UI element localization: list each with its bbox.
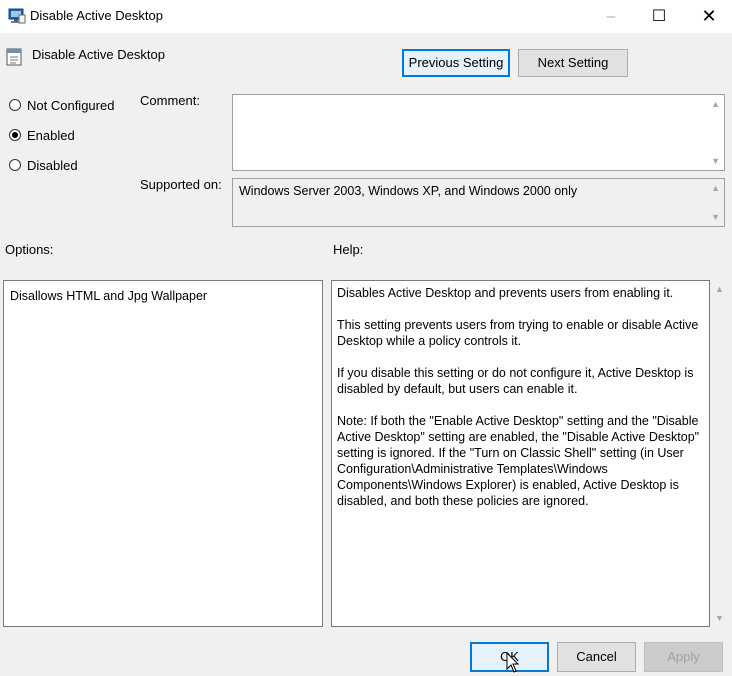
app-policy-icon — [8, 8, 26, 24]
help-paragraph: If you disable this setting or do not co… — [337, 366, 694, 396]
scroll-down-icon[interactable]: ▼ — [711, 212, 720, 222]
close-button[interactable]: ✕ — [686, 0, 732, 33]
scroll-up-icon[interactable]: ▲ — [711, 183, 720, 193]
help-paragraph: Note: If both the "Enable Active Desktop… — [337, 414, 700, 508]
supported-on-label: Supported on: — [140, 177, 222, 192]
help-label: Help: — [333, 242, 364, 257]
help-scrollbar[interactable]: ▲ ▼ — [713, 280, 727, 627]
window-title: Disable Active Desktop — [30, 8, 163, 23]
cancel-button[interactable]: Cancel — [557, 642, 636, 672]
scroll-up-icon[interactable]: ▲ — [715, 284, 724, 294]
radio-circle[interactable] — [9, 129, 21, 141]
options-label: Options: — [5, 242, 54, 257]
next-setting-button[interactable]: Next Setting — [518, 49, 628, 77]
help-paragraph: Disables Active Desktop and prevents use… — [337, 286, 674, 300]
previous-setting-button[interactable]: Previous Setting — [402, 49, 510, 77]
supported-on-value: Windows Server 2003, Windows XP, and Win… — [239, 184, 578, 198]
apply-button[interactable]: Apply — [644, 642, 723, 672]
help-pane[interactable]: Disables Active Desktop and prevents use… — [331, 280, 710, 627]
scroll-up-icon[interactable]: ▲ — [711, 99, 720, 109]
radio-circle[interactable] — [9, 159, 21, 171]
options-pane[interactable]: Disallows HTML and Jpg Wallpaper — [3, 280, 323, 627]
comment-textarea[interactable]: ▲ ▼ — [232, 94, 725, 171]
radio-circle[interactable] — [9, 99, 21, 111]
option-text: Disallows HTML and Jpg Wallpaper — [10, 289, 208, 303]
scroll-down-icon[interactable]: ▼ — [715, 613, 724, 623]
help-text: Disables Active Desktop and prevents use… — [337, 285, 709, 525]
radio-label: Not Configured — [27, 98, 115, 113]
mouse-cursor-icon — [506, 652, 520, 673]
radio-label: Enabled — [27, 128, 75, 143]
comment-label: Comment: — [140, 93, 200, 108]
policy-setting-icon — [6, 48, 22, 66]
help-paragraph: This setting prevents users from trying … — [337, 318, 699, 348]
maximize-button[interactable]: ☐ — [636, 0, 682, 33]
minimize-button[interactable]: – — [588, 0, 634, 33]
title-bar[interactable]: Disable Active Desktop – ☐ ✕ — [0, 0, 732, 33]
policy-name: Disable Active Desktop — [32, 47, 165, 62]
supported-on-field: Windows Server 2003, Windows XP, and Win… — [232, 178, 725, 227]
scroll-down-icon[interactable]: ▼ — [711, 156, 720, 166]
radio-label: Disabled — [27, 158, 78, 173]
